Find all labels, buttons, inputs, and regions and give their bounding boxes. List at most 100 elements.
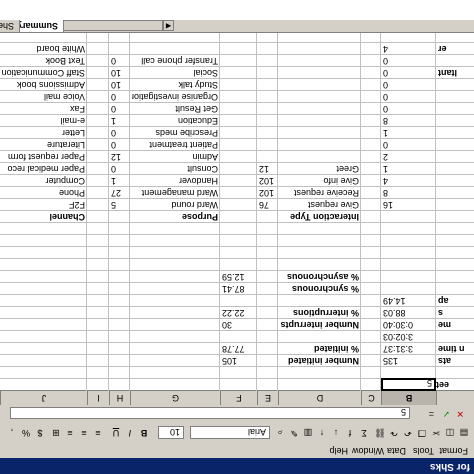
menu-help[interactable]: Help — [329, 446, 348, 456]
purpose-cell[interactable]: Consult — [132, 163, 218, 175]
channel-cell[interactable]: Text Book — [1, 55, 85, 67]
column-header-j[interactable]: J — [0, 391, 87, 405]
interaction-count-cell[interactable] — [259, 103, 278, 115]
font-name-select[interactable]: Arial — [190, 426, 270, 439]
align-center-icon[interactable]: ≡ — [78, 427, 90, 439]
purpose-cell[interactable]: Ward round — [132, 199, 218, 211]
purpose-cell[interactable]: Education — [132, 115, 218, 127]
channel-cell[interactable]: Admissions book — [1, 79, 85, 91]
purpose-count-cell[interactable]: 0 — [111, 127, 130, 139]
purpose-count-cell[interactable]: 27 — [111, 187, 130, 199]
copy-icon[interactable]: ❐ — [416, 427, 428, 439]
purpose-cell[interactable]: Ward management — [132, 187, 218, 199]
purpose-cell[interactable]: Social — [132, 67, 218, 79]
percent-button[interactable]: % — [20, 427, 32, 439]
purpose-count-cell[interactable]: 0 — [111, 55, 130, 67]
interaction-type-cell[interactable]: Give info — [279, 175, 359, 187]
interaction-count-cell[interactable] — [259, 151, 278, 163]
comma-style-icon[interactable]: , — [6, 427, 18, 439]
channel-cell[interactable]: White board — [1, 43, 85, 55]
interaction-type-cell[interactable]: Give request — [279, 199, 359, 211]
sort-desc-icon[interactable]: ↑ — [316, 427, 328, 439]
purpose-count-cell[interactable]: 0 — [111, 163, 130, 175]
column-header-d[interactable]: D — [278, 391, 361, 405]
stat-value[interactable]: 105 — [222, 355, 257, 367]
drawing-icon[interactable]: ✎ — [288, 427, 300, 439]
purpose-count-cell[interactable]: 0 — [111, 91, 130, 103]
interaction-type-cell[interactable]: Receive request — [279, 187, 359, 199]
row-label[interactable] — [438, 187, 474, 199]
chart-wizard-icon[interactable]: ▥ — [302, 427, 314, 439]
row-value[interactable]: 0 — [383, 55, 436, 67]
cancel-entry-icon[interactable]: ✕ — [456, 408, 464, 419]
active-cell[interactable]: 5 — [381, 378, 436, 391]
interaction-count-cell[interactable] — [259, 139, 278, 151]
row-value[interactable]: 8 — [383, 115, 436, 127]
currency-button[interactable]: $ — [34, 427, 46, 439]
merge-center-icon[interactable]: ⊞ — [50, 427, 62, 439]
interaction-type-cell[interactable] — [279, 43, 359, 55]
hyperlink-icon[interactable]: ⛓ — [374, 427, 386, 439]
row-value[interactable]: 1 — [383, 163, 436, 175]
interaction-count-cell[interactable] — [259, 91, 278, 103]
cell-value[interactable]: 88.03 — [383, 307, 436, 319]
cell-value[interactable]: 14.49 — [383, 295, 436, 307]
row-label[interactable] — [438, 103, 474, 115]
row-value[interactable]: 8 — [383, 187, 436, 199]
row-label[interactable] — [438, 79, 474, 91]
sort-asc-icon[interactable]: ↓ — [330, 427, 342, 439]
italic-button[interactable]: I — [124, 427, 136, 439]
row-value[interactable]: 0 — [383, 103, 436, 115]
cell-value[interactable]: 0:30:40 — [383, 319, 436, 331]
tab-sheet[interactable]: Sheet — [0, 19, 20, 32]
row-label[interactable] — [438, 175, 474, 187]
interaction-count-cell[interactable]: 102 — [259, 175, 278, 187]
cell-value[interactable]: 3:02:03 — [383, 331, 436, 343]
purpose-count-cell[interactable]: 10 — [111, 67, 130, 79]
purpose-cell[interactable]: Admin — [132, 151, 218, 163]
channel-cell[interactable]: Phone — [1, 187, 85, 199]
interaction-type-cell[interactable] — [279, 151, 359, 163]
interaction-count-cell[interactable]: 102 — [259, 187, 278, 199]
purpose-cell[interactable]: Study talk — [132, 79, 218, 91]
row-label[interactable]: er — [438, 43, 474, 55]
channel-cell[interactable]: e-mail — [1, 115, 85, 127]
interaction-count-cell[interactable] — [259, 115, 278, 127]
column-header-g[interactable]: G — [130, 391, 220, 405]
purpose-count-cell[interactable]: 0 — [111, 103, 130, 115]
zoom-icon[interactable]: ⌕ — [274, 427, 286, 439]
interaction-count-cell[interactable] — [259, 43, 278, 55]
purpose-cell[interactable]: Transfer phone call — [132, 55, 218, 67]
purpose-cell[interactable]: Patient treatment — [132, 139, 218, 151]
row-value[interactable]: 0 — [383, 91, 436, 103]
purpose-cell[interactable] — [132, 43, 218, 55]
row-value[interactable]: 0 — [383, 139, 436, 151]
redo-icon[interactable]: ↷ — [388, 427, 400, 439]
row-value[interactable]: 0 — [383, 79, 436, 91]
interaction-type-cell[interactable] — [279, 79, 359, 91]
purpose-cell[interactable]: Handover — [132, 175, 218, 187]
purpose-count-cell[interactable]: 0 — [111, 139, 130, 151]
column-header-b[interactable]: B — [381, 391, 436, 405]
print-icon[interactable]: ▤ — [458, 427, 470, 439]
purpose-count-cell[interactable]: 5 — [111, 199, 130, 211]
interaction-type-cell[interactable] — [279, 67, 359, 79]
purpose-count-cell[interactable]: 12 — [111, 151, 130, 163]
purpose-cell[interactable]: Prescribe meds — [132, 127, 218, 139]
interaction-count-cell[interactable] — [259, 55, 278, 67]
font-size-select[interactable]: 10 — [158, 426, 184, 439]
row-label[interactable] — [438, 163, 474, 175]
row-value[interactable]: 1 — [383, 127, 436, 139]
purpose-count-cell[interactable]: 10 — [111, 79, 130, 91]
row-label[interactable] — [438, 91, 474, 103]
row-label[interactable] — [438, 55, 474, 67]
function-button[interactable]: f — [344, 427, 356, 439]
menu-format[interactable]: Format — [439, 446, 468, 456]
purpose-cell[interactable]: Get Result — [132, 103, 218, 115]
interaction-type-cell[interactable] — [279, 127, 359, 139]
stat-value[interactable]: 77.78 — [222, 343, 257, 355]
formula-input[interactable]: 5 — [10, 407, 410, 419]
interaction-type-cell[interactable] — [279, 103, 359, 115]
column-header-f[interactable]: F — [220, 391, 257, 405]
channel-cell[interactable]: Letter — [1, 127, 85, 139]
